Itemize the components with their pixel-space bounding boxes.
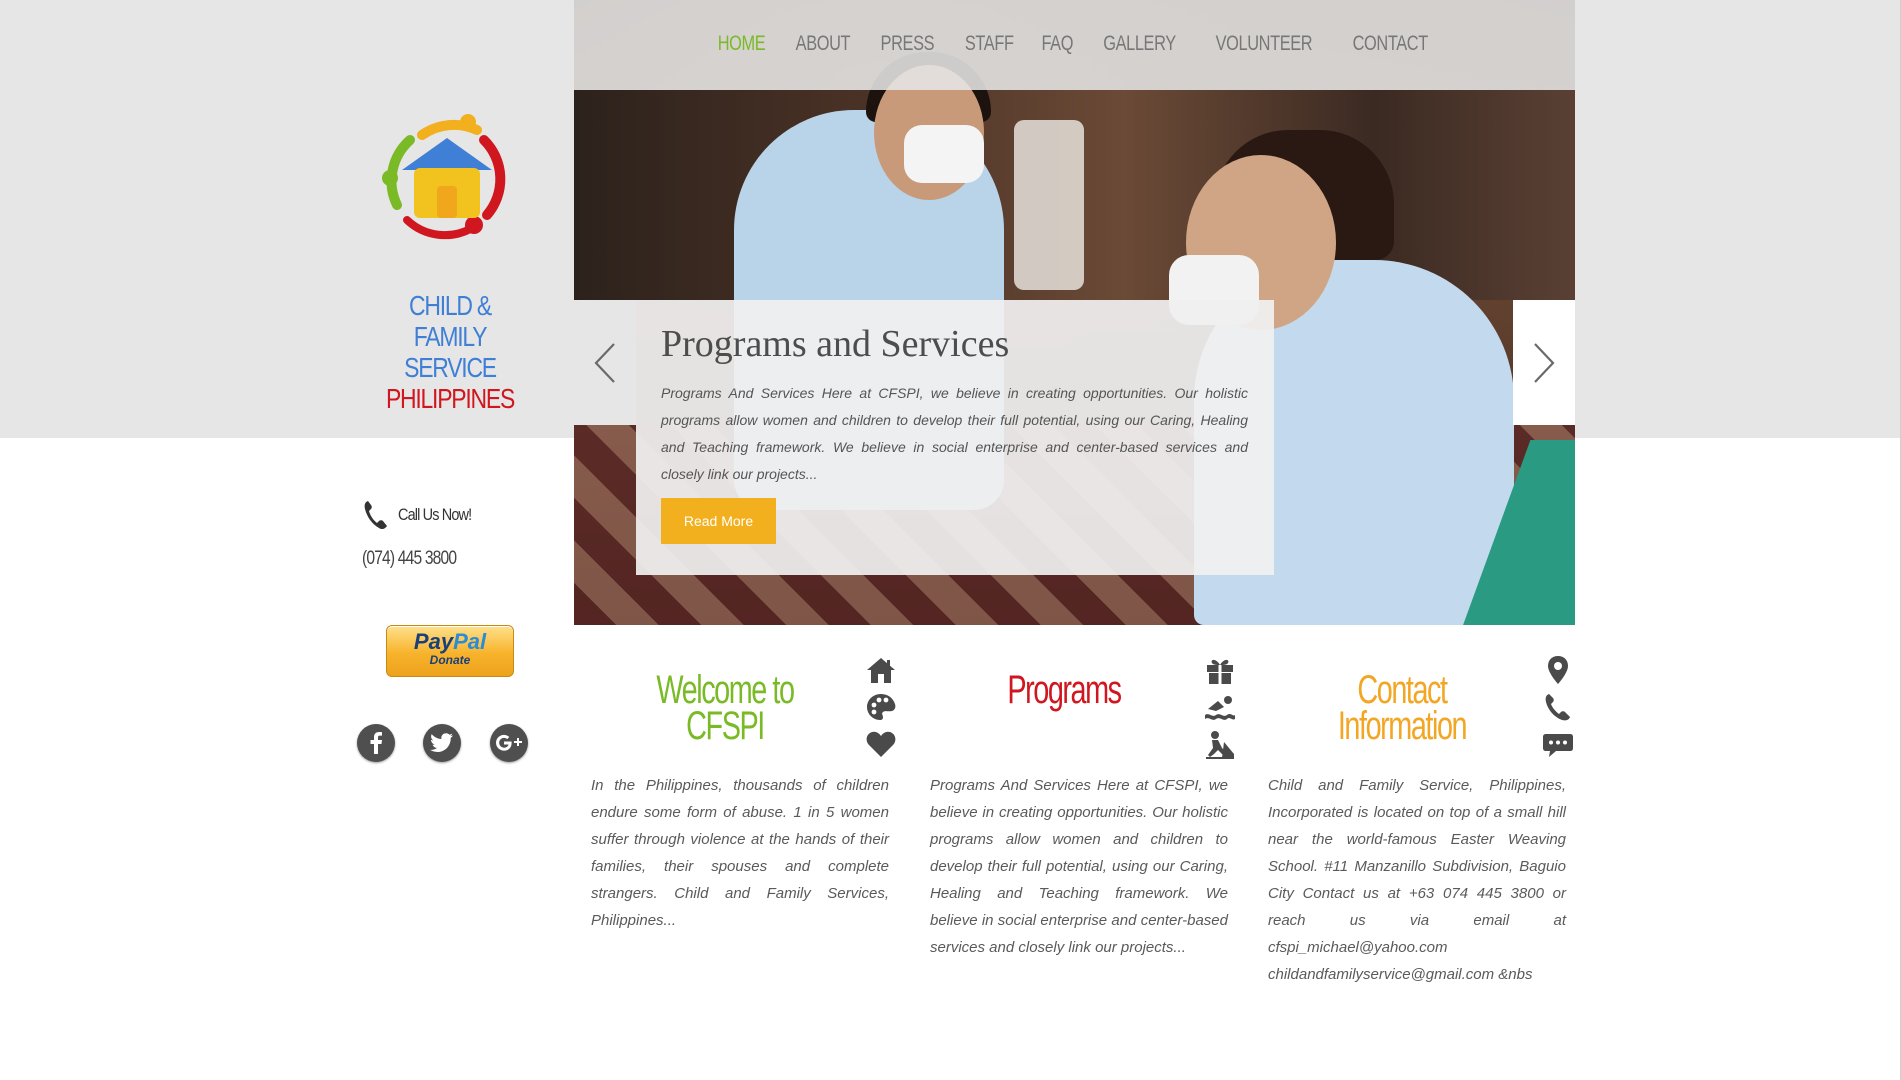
welcome-column: Welcome to CFSPI In the Philippines, tho… <box>585 650 925 990</box>
phone-icon <box>364 501 387 530</box>
map-pin-icon <box>1548 656 1568 684</box>
paypal-logo: PayPal <box>387 631 513 653</box>
paypal-donate-label: Donate <box>429 653 471 667</box>
welcome-icons <box>865 654 905 765</box>
logo-line-2: SERVICE <box>404 352 497 383</box>
facebook-glyph <box>370 732 382 754</box>
logo-wordmark[interactable]: CHILD & FAMILY SERVICE PHILIPPINES <box>376 290 524 414</box>
logo-line-3: PHILIPPINES <box>385 383 515 414</box>
slide-title: Programs and Services <box>661 323 1010 365</box>
nav-item-contact[interactable]: CONTACT <box>1353 32 1429 56</box>
nav-item-faq[interactable]: FAQ <box>1041 32 1073 56</box>
twitter-bird-glyph <box>430 733 453 752</box>
logo-icon[interactable] <box>372 110 522 250</box>
chat-bubble-icon <box>1543 734 1573 757</box>
contact-column: Contact Information Child and Family Ser… <box>1262 650 1602 990</box>
nav-item-about[interactable]: ABOUT <box>795 32 850 56</box>
slide-description: Programs And Services Here at CFSPI, we … <box>661 385 1248 482</box>
slide-photo-chair <box>1014 120 1084 290</box>
programs-title: Programs <box>978 670 1151 710</box>
contact-title-text: Contact Information <box>1337 668 1468 748</box>
welcome-title-text: Welcome to CFSPI <box>656 668 795 748</box>
paypal-logo-pal: Pal <box>453 629 487 654</box>
nav-list: HOME ABOUT PRESS STAFF FAQ GALLERY VOLUNTEER CO… <box>574 32 1575 56</box>
twitter-icon[interactable] <box>423 724 461 762</box>
call-us-label: Call Us Now! <box>398 505 472 524</box>
slide-caption-panel: Programs and Services Programs And Servi… <box>636 300 1274 575</box>
nav-item-press[interactable]: PRESS <box>881 32 935 56</box>
slider-prev-button[interactable] <box>574 300 636 425</box>
programs-icons <box>1204 654 1244 765</box>
heart-icon <box>866 731 896 757</box>
chevron-left-icon <box>594 342 615 383</box>
phone-handset-icon <box>1545 694 1570 721</box>
nav-item-home[interactable]: HOME <box>717 32 765 56</box>
contact-title: Contact Information <box>1316 670 1489 746</box>
contact-text: Child and Family Service, Philippines, I… <box>1268 777 1566 983</box>
read-more-button[interactable]: Read More <box>661 498 776 544</box>
construction-worker-icon <box>1206 731 1234 759</box>
programs-text: Programs And Services Here at CFSPI, we … <box>930 777 1228 956</box>
welcome-title: Welcome to CFSPI <box>639 670 812 746</box>
swimmer-icon <box>1205 696 1235 720</box>
call-us-row: Call Us Now! <box>362 498 484 532</box>
house-icon <box>867 658 895 683</box>
welcome-text: In the Philippines, thousands of childre… <box>591 777 889 929</box>
phone-number: (074) 445 3800 <box>362 548 457 569</box>
hero-slider[interactable]: Programs and Services Programs And Servi… <box>574 0 1575 625</box>
logo-line-1: CHILD & FAMILY <box>409 290 492 352</box>
slider-next-button[interactable] <box>1513 300 1575 425</box>
programs-title-text: Programs <box>1007 668 1122 712</box>
chevron-right-icon <box>1534 342 1555 383</box>
palette-icon <box>867 694 896 720</box>
google-plus-icon[interactable] <box>490 724 528 762</box>
main-nav: HOME ABOUT PRESS STAFF FAQ GALLERY VOLUNTEER CO… <box>574 0 1575 90</box>
gift-icon <box>1207 659 1233 684</box>
nav-item-gallery[interactable]: GALLERY <box>1103 32 1176 56</box>
slide-photo-mask-left <box>904 125 984 183</box>
nav-item-staff[interactable]: STAFF <box>965 32 1014 56</box>
paypal-donate-button[interactable]: PayPal Donate <box>386 625 514 677</box>
facebook-icon[interactable] <box>357 724 395 762</box>
paypal-logo-pay: Pay <box>413 629 454 654</box>
nav-item-volunteer[interactable]: VOLUNTEER <box>1216 32 1313 56</box>
contact-icons <box>1542 654 1582 765</box>
google-plus-glyph <box>496 734 522 751</box>
programs-column: Programs Programs And Services Here at C… <box>924 650 1264 990</box>
